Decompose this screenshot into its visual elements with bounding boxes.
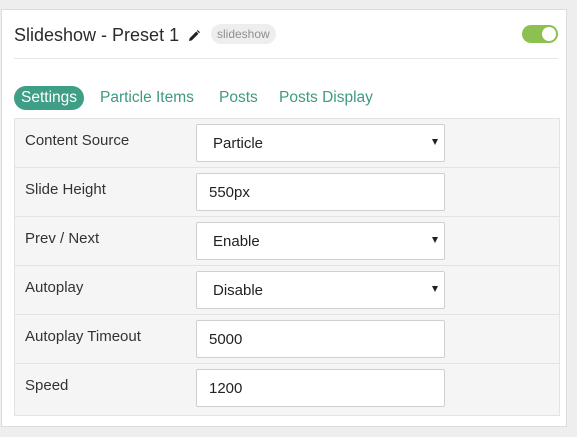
tab-posts-display[interactable]: Posts Display	[279, 86, 373, 110]
field-label: Speed	[25, 377, 69, 394]
field-label: Content Source	[25, 132, 130, 149]
input-value: 1200	[209, 380, 243, 397]
field-label: Autoplay Timeout	[25, 328, 141, 345]
panel-header: Slideshow - Preset 1 slideshow	[14, 22, 558, 59]
select-value: Enable	[213, 233, 260, 250]
enable-toggle[interactable]	[522, 25, 558, 43]
tab-posts[interactable]: Posts	[219, 86, 258, 110]
tab-particle-items[interactable]: Particle Items	[100, 86, 194, 110]
autoplay-select[interactable]: Disable	[196, 271, 445, 309]
settings-form: Content Source Particle Slide Height 550…	[14, 118, 560, 416]
caret-down-icon	[432, 286, 438, 292]
field-row-autoplay-timeout: Autoplay Timeout 5000	[15, 315, 559, 364]
input-value: 550px	[209, 184, 250, 201]
field-label: Prev / Next	[25, 230, 100, 247]
caret-down-icon	[432, 139, 438, 145]
select-value: Disable	[213, 282, 264, 299]
field-row-speed: Speed 1200	[15, 364, 559, 413]
field-row-content-source: Content Source Particle	[15, 119, 559, 168]
toggle-knob	[542, 27, 556, 41]
caret-down-icon	[432, 237, 438, 243]
page-title: Slideshow - Preset 1	[14, 25, 180, 45]
field-label: Autoplay	[25, 279, 84, 296]
slide-height-input[interactable]: 550px	[196, 173, 445, 211]
autoplay-timeout-input[interactable]: 5000	[196, 320, 445, 358]
speed-input[interactable]: 1200	[196, 369, 445, 407]
input-value: 5000	[209, 331, 243, 348]
tab-settings[interactable]: Settings	[14, 86, 85, 110]
field-row-slide-height: Slide Height 550px	[15, 168, 559, 217]
select-value: Particle	[213, 135, 264, 152]
particle-panel: Slideshow - Preset 1 slideshow Settings …	[1, 9, 567, 427]
field-label: Slide Height	[25, 181, 106, 198]
pencil-icon[interactable]	[188, 29, 200, 41]
content-source-select[interactable]: Particle	[196, 124, 445, 162]
field-row-autoplay: Autoplay Disable	[15, 266, 559, 315]
type-badge: slideshow	[211, 24, 276, 44]
prev-next-select[interactable]: Enable	[196, 222, 445, 260]
field-row-prev-next: Prev / Next Enable	[15, 217, 559, 266]
